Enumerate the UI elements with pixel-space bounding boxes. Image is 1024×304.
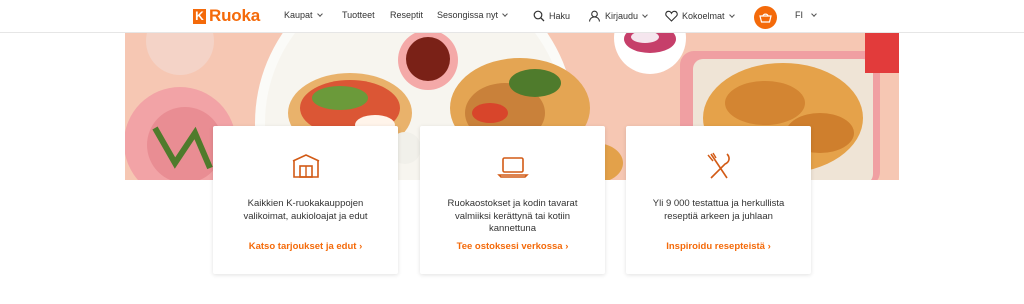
collections-label: Kokoelmat bbox=[682, 11, 725, 21]
cart-button[interactable] bbox=[754, 6, 777, 29]
chevron-down-icon bbox=[811, 11, 817, 17]
card-stores-link[interactable]: Katso tarjoukset ja edut › bbox=[213, 241, 398, 252]
login-button[interactable]: Kirjaudu bbox=[588, 10, 648, 22]
nav-sesongissa-label: Sesongissa nyt bbox=[437, 10, 499, 20]
chevron-down-icon bbox=[728, 12, 735, 18]
top-navigation-bar: K Ruoka Kaupat Tuotteet Reseptit Sesongi… bbox=[0, 0, 1024, 33]
nav-reseptit-label: Reseptit bbox=[390, 10, 424, 20]
heart-icon bbox=[665, 10, 678, 22]
basket-icon bbox=[759, 13, 772, 23]
user-icon bbox=[588, 10, 601, 22]
card-recipes-link[interactable]: Inspiroidu resepteistä › bbox=[626, 241, 811, 252]
search-label: Haku bbox=[549, 11, 571, 21]
card-recipes-description: Yli 9 000 testattua ja herkullista resep… bbox=[652, 198, 785, 222]
nav-kaupat-label: Kaupat bbox=[284, 10, 313, 20]
collections-button[interactable]: Kokoelmat bbox=[665, 10, 735, 22]
nav-reseptit[interactable]: Reseptit bbox=[390, 10, 423, 20]
logo-letter: K bbox=[193, 8, 206, 24]
chevron-down-icon bbox=[642, 12, 648, 18]
language-label: FI bbox=[795, 10, 803, 20]
store-icon bbox=[292, 154, 319, 178]
nav-tuotteet-label: Tuotteet bbox=[342, 10, 375, 20]
search-icon bbox=[533, 10, 545, 22]
nav-kaupat[interactable]: Kaupat bbox=[284, 10, 323, 20]
logo-text: Ruoka bbox=[209, 6, 260, 25]
chevron-down-icon bbox=[316, 11, 323, 17]
card-stores-description: Kaikkien K-ruokakauppojen valikoimat, au… bbox=[243, 198, 368, 222]
nav-tuotteet[interactable]: Tuotteet bbox=[342, 10, 375, 20]
card-online-shopping-description: Ruokaostokset ja kodin tavarat valmiiksi… bbox=[447, 198, 578, 234]
fork-knife-icon bbox=[706, 152, 730, 179]
card-online-shopping-link[interactable]: Tee ostoksesi verkossa › bbox=[420, 241, 605, 252]
card-recipes[interactable]: Yli 9 000 testattua ja herkullista resep… bbox=[626, 126, 811, 274]
search-button[interactable]: Haku bbox=[533, 10, 570, 22]
laptop-icon bbox=[496, 157, 529, 178]
chevron-down-icon bbox=[502, 11, 508, 17]
login-label: Kirjaudu bbox=[605, 11, 639, 21]
nav-sesongissa-nyt[interactable]: Sesongissa nyt bbox=[437, 10, 508, 20]
card-stores[interactable]: Kaikkien K-ruokakauppojen valikoimat, au… bbox=[213, 126, 398, 274]
language-selector[interactable]: FI bbox=[795, 10, 817, 20]
k-ruoka-logo[interactable]: K Ruoka bbox=[193, 6, 260, 25]
card-online-shopping[interactable]: Ruokaostokset ja kodin tavarat valmiiksi… bbox=[420, 126, 605, 274]
